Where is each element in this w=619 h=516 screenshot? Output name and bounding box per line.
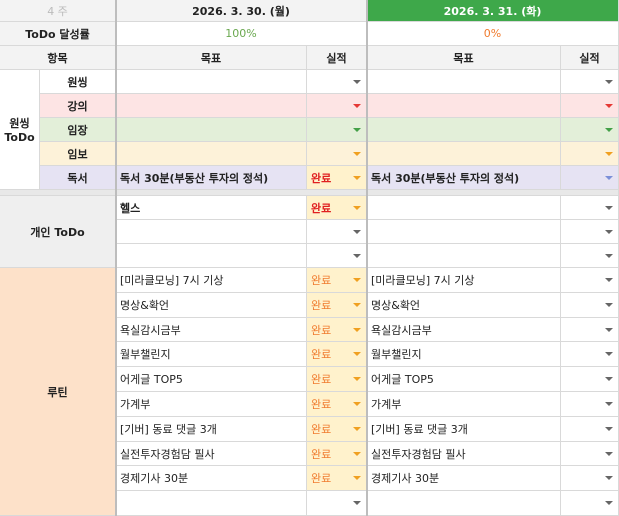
goal-cell-day2[interactable] (367, 196, 561, 220)
chevron-down-icon[interactable] (353, 104, 361, 108)
goal-cell-day1[interactable]: 독서 30분(부동산 투자의 정석) (116, 166, 307, 190)
goal-cell-day2[interactable]: 가계부 (367, 392, 561, 417)
chevron-down-icon[interactable] (353, 176, 361, 180)
wonsing-item-label: 강의 (40, 94, 116, 118)
goal-cell-day1[interactable] (116, 70, 307, 94)
wonsing-item-label: 원씽 (40, 70, 116, 94)
routine-label: 루틴 (0, 268, 116, 516)
wonsing-item-label: 임장 (40, 118, 116, 142)
chevron-down-icon[interactable] (605, 427, 613, 431)
goal-cell-day1[interactable]: 경제기사 30분 (116, 466, 307, 491)
chevron-down-icon[interactable] (353, 427, 361, 431)
item-header: 항목 (0, 46, 116, 70)
goal-cell-day2[interactable]: 어게글 TOP5 (367, 367, 561, 392)
goal-header-day1: 목표 (116, 46, 307, 70)
goal-cell-day1[interactable]: [미라클모닝] 7시 기상 (116, 268, 307, 293)
goal-cell-day2[interactable]: [미라클모닝] 7시 기상 (367, 268, 561, 293)
chevron-down-icon[interactable] (353, 80, 361, 84)
chevron-down-icon[interactable] (605, 254, 613, 258)
chevron-down-icon[interactable] (605, 278, 613, 282)
chevron-down-icon[interactable] (605, 377, 613, 381)
goal-header-day2: 목표 (367, 46, 561, 70)
chevron-down-icon[interactable] (353, 377, 361, 381)
goal-cell-day1[interactable]: 월부챌린지 (116, 342, 307, 367)
chevron-down-icon[interactable] (605, 402, 613, 406)
goal-cell-day1[interactable] (116, 94, 307, 118)
goal-cell-day2[interactable]: 실전투자경험담 필사 (367, 442, 561, 466)
chevron-down-icon[interactable] (605, 206, 613, 210)
goal-cell-day1[interactable] (116, 142, 307, 166)
wonsing-item-label: 임보 (40, 142, 116, 166)
chevron-down-icon[interactable] (353, 452, 361, 456)
goal-cell-day2[interactable] (367, 142, 561, 166)
goal-cell-day1[interactable]: 욕실감시금부 (116, 318, 307, 342)
chevron-down-icon[interactable] (605, 152, 613, 156)
goal-cell-day2[interactable]: 욕실감시금부 (367, 318, 561, 342)
week-label: 4 주 (0, 0, 116, 22)
chevron-down-icon[interactable] (353, 206, 361, 210)
chevron-down-icon[interactable] (353, 303, 361, 307)
chevron-down-icon[interactable] (605, 501, 613, 505)
goal-cell-day2[interactable]: 경제기사 30분 (367, 466, 561, 491)
wonsing-group-label: 원씽 ToDo (0, 70, 40, 190)
chevron-down-icon[interactable] (605, 230, 613, 234)
goal-cell-day2[interactable]: [기버] 동료 댓글 3개 (367, 417, 561, 442)
goal-cell-day1[interactable] (116, 491, 307, 516)
chevron-down-icon[interactable] (353, 230, 361, 234)
goal-cell-day1[interactable]: 어게글 TOP5 (116, 367, 307, 392)
goal-cell-day1[interactable]: 헬스 (116, 196, 307, 220)
personal-todo-label: 개인 ToDo (0, 196, 116, 268)
goal-cell-day1[interactable] (116, 244, 307, 268)
chevron-down-icon[interactable] (353, 501, 361, 505)
rate-day2: 0% (367, 22, 619, 46)
goal-cell-day2[interactable] (367, 118, 561, 142)
chevron-down-icon[interactable] (605, 476, 613, 480)
rate-day1: 100% (116, 22, 367, 46)
day2-header: 2026. 3. 31. (화) (367, 0, 619, 22)
column-separator (366, 0, 368, 516)
goal-cell-day2[interactable] (367, 94, 561, 118)
chevron-down-icon[interactable] (605, 176, 613, 180)
goal-cell-day2[interactable]: 독서 30분(부동산 투자의 정석) (367, 166, 561, 190)
chevron-down-icon[interactable] (353, 128, 361, 132)
chevron-down-icon[interactable] (605, 80, 613, 84)
chevron-down-icon[interactable] (605, 352, 613, 356)
goal-cell-day2[interactable] (367, 70, 561, 94)
chevron-down-icon[interactable] (353, 278, 361, 282)
todo-rate-label: ToDo 달성률 (0, 22, 116, 46)
goal-cell-day2[interactable]: 명상&확언 (367, 293, 561, 318)
chevron-down-icon[interactable] (605, 303, 613, 307)
goal-cell-day2[interactable] (367, 491, 561, 516)
chevron-down-icon[interactable] (353, 476, 361, 480)
chevron-down-icon[interactable] (605, 104, 613, 108)
goal-cell-day1[interactable] (116, 220, 307, 244)
chevron-down-icon[interactable] (353, 152, 361, 156)
chevron-down-icon[interactable] (605, 452, 613, 456)
goal-cell-day1[interactable]: 가계부 (116, 392, 307, 417)
chevron-down-icon[interactable] (605, 328, 613, 332)
result-header-day2: 실적 (561, 46, 619, 70)
column-separator (115, 0, 117, 516)
chevron-down-icon[interactable] (353, 328, 361, 332)
chevron-down-icon[interactable] (353, 352, 361, 356)
wonsing-item-label: 독서 (40, 166, 116, 190)
goal-cell-day2[interactable] (367, 220, 561, 244)
goal-cell-day1[interactable]: 실전투자경험담 필사 (116, 442, 307, 466)
day1-header: 2026. 3. 30. (월) (116, 0, 367, 22)
goal-cell-day2[interactable]: 월부챌린지 (367, 342, 561, 367)
chevron-down-icon[interactable] (605, 128, 613, 132)
goal-cell-day1[interactable]: [기버] 동료 댓글 3개 (116, 417, 307, 442)
result-header-day1: 실적 (307, 46, 367, 70)
chevron-down-icon[interactable] (353, 402, 361, 406)
spreadsheet: 4 주 2026. 3. 30. (월) 2026. 3. 31. (화) ToDo … (0, 0, 619, 516)
goal-cell-day1[interactable]: 명상&확언 (116, 293, 307, 318)
goal-cell-day1[interactable] (116, 118, 307, 142)
chevron-down-icon[interactable] (353, 254, 361, 258)
goal-cell-day2[interactable] (367, 244, 561, 268)
